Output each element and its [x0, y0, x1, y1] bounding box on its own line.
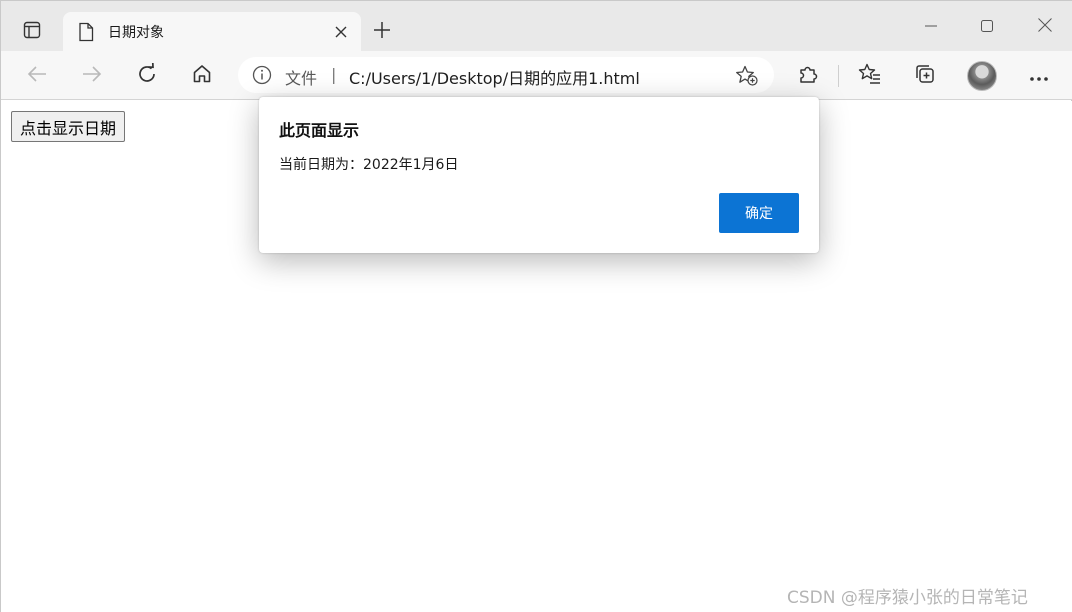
favorites-icon — [858, 63, 882, 89]
collections-icon — [914, 63, 936, 89]
browser-window: 日期对象 文件 | C:/Users/1/Desktop/日期的应用1.html… — [0, 0, 1072, 612]
tab-actions-icon — [23, 21, 41, 43]
info-icon[interactable] — [252, 65, 272, 85]
home-button[interactable] — [185, 59, 219, 93]
address-separator: | — [331, 65, 337, 84]
puzzle-icon — [797, 63, 819, 89]
toolbar: 文件 | C:/Users/1/Desktop/日期的应用1.html — [1, 51, 1072, 100]
minimize-button[interactable] — [911, 9, 951, 43]
new-tab-button[interactable] — [367, 17, 397, 47]
document-icon — [75, 21, 97, 43]
alert-dialog: 此页面显示 当前日期为：2022年1月6日 确定 — [259, 97, 819, 253]
maximize-button[interactable] — [967, 9, 1007, 43]
forward-button[interactable] — [75, 59, 109, 93]
refresh-button[interactable] — [130, 59, 164, 93]
favorites-button[interactable] — [853, 59, 887, 93]
profile-avatar[interactable] — [967, 61, 997, 91]
dialog-ok-button[interactable]: 确定 — [719, 193, 799, 233]
tab-actions-button[interactable] — [15, 15, 49, 49]
close-icon — [1038, 17, 1052, 36]
dialog-title: 此页面显示 — [279, 121, 360, 140]
window-close-button[interactable] — [1025, 9, 1065, 43]
address-scheme-label: 文件 — [285, 69, 318, 88]
show-date-button[interactable]: 点击显示日期 — [11, 111, 126, 142]
toolbar-divider — [838, 65, 839, 87]
plus-icon — [373, 21, 391, 43]
home-icon — [192, 64, 212, 88]
settings-menu-button[interactable] — [1022, 59, 1056, 93]
address-bar[interactable]: 文件 | C:/Users/1/Desktop/日期的应用1.html — [238, 57, 774, 93]
close-icon — [335, 23, 347, 42]
tab-title: 日期对象 — [108, 25, 164, 41]
address-url[interactable]: C:/Users/1/Desktop/日期的应用1.html — [349, 65, 640, 89]
tab-active[interactable]: 日期对象 — [63, 12, 361, 52]
extensions-button[interactable] — [791, 59, 825, 93]
back-button[interactable] — [20, 59, 54, 93]
refresh-icon — [136, 62, 158, 89]
tab-close-button[interactable] — [329, 20, 353, 44]
collections-button[interactable] — [908, 59, 942, 93]
maximize-icon — [981, 17, 993, 36]
watermark: CSDN @程序猿小张的日常笔记 — [787, 588, 1028, 608]
add-favorite-icon[interactable] — [735, 65, 759, 87]
arrow-left-icon — [27, 65, 47, 87]
dialog-message: 当前日期为：2022年1月6日 — [279, 157, 459, 173]
arrow-right-icon — [82, 65, 102, 87]
minimize-icon — [925, 17, 937, 36]
tab-strip: 日期对象 — [1, 1, 1072, 52]
more-horizontal-icon — [1029, 67, 1049, 86]
